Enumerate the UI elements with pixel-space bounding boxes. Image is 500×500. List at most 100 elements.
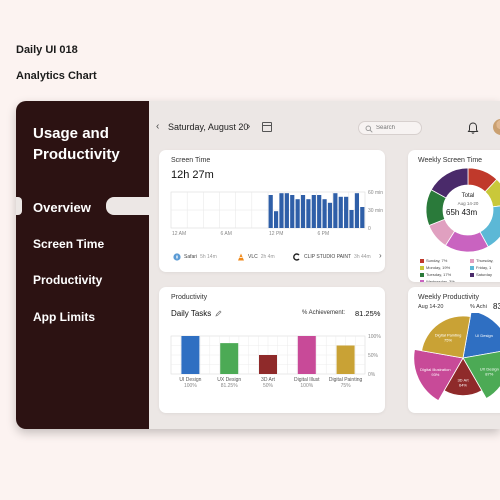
task-bar [336,345,355,374]
x-tick-label: 6 PM [318,231,330,237]
y-tick-label: 60 min [368,190,383,196]
main-content: ‹ Saturday, August 20 › Screen Time 12h … [149,101,500,429]
screen-time-bar [338,196,343,228]
task-bar [220,343,239,374]
y-tick-label: 0% [368,372,376,378]
screen-time-bar [360,207,365,228]
legend-label: Thursday, [476,258,494,263]
rose-value: 64% [459,382,467,387]
screen-time-bar [279,193,284,228]
search-input[interactable] [376,125,418,131]
top-bar: ‹ Saturday, August 20 › [149,119,500,138]
screen-time-bar [290,195,295,228]
weekly-productivity-rose: UI DesignUX Design87%3D Art64%Digital Il… [413,313,500,402]
weekly-productivity-card: Weekly Productivity Aug 14-20 % Achi 83 … [408,287,500,413]
chevron-right-icon[interactable]: › [379,251,382,260]
page-subheading: Analytics Chart [16,70,97,82]
app-window: Usage and Productivity Overview Screen T… [16,101,500,429]
app-time: 5h 14m [200,254,217,260]
vlc-icon [238,253,244,261]
active-indicator-right [106,197,149,215]
value-label: 50% [263,383,274,389]
legend-label: Wednesday, 3% [426,279,455,282]
app-name: Safari [184,254,198,260]
screen-time-bar [344,196,349,228]
screen-time-bar [268,195,273,228]
screen-time-bar [317,195,322,228]
legend-item: Thursday, [470,258,494,263]
rose-label: UI Design [475,333,493,338]
avatar[interactable] [493,119,500,135]
screen-time-chart: 60 min 30 min 0 12 AM 6 AM 12 PM 6 PM [170,190,383,237]
app-usage-vlc[interactable]: VLC 2h 4m [237,253,275,261]
donut-total-value: 65h 43m [446,208,478,217]
screen-time-bar [284,193,289,228]
screen-time-bar [300,195,306,228]
screen-time-bar [333,193,338,228]
screen-time-bar [306,199,311,228]
screen-time-bar [273,211,279,228]
x-tick-label: 12 AM [172,231,186,237]
y-tick-label: 50% [368,353,379,359]
bell-icon[interactable] [466,121,480,135]
legend-label: Sunday, 7% [426,258,448,263]
sidebar-item-productivity[interactable]: Productivity [33,273,102,287]
legend-item: Monday, 19% [420,265,450,270]
task-bar [297,336,316,374]
legend-swatch [420,272,424,277]
legend-item: Sunday, 7% [420,258,447,263]
weekly-range: Aug 14-20 [418,304,444,310]
card-title: Weekly Screen Time [418,157,483,164]
x-tick-label: 6 AM [221,231,232,237]
chevron-left-icon[interactable]: ‹ [156,121,159,132]
chevron-right-icon[interactable]: › [247,121,250,132]
value-label: 100% [184,383,197,389]
achievement-value: 81.25% [355,309,381,318]
task-bar [259,355,277,374]
y-tick-label: 0 [368,226,371,232]
productivity-card: Productivity Daily Tasks % Achievement: … [159,287,385,413]
tasks-title: Daily Tasks [171,309,212,318]
page-heading: Daily UI 018 [16,44,78,56]
legend-label: Saturday [476,272,493,277]
y-tick-label: 100% [368,334,381,340]
app-time: 3h 44m [354,254,371,260]
legend-item: Tuesday, 17% [420,272,451,277]
screen-time-card: Screen Time 12h 27m 60 min 30 min 0 12 AM 6 … [159,150,385,272]
screen-time-bar [327,202,333,228]
screen-time-bar [354,193,360,228]
legend-item: Saturday [470,272,492,277]
x-tick-label: 12 PM [269,231,283,237]
app-time: 2h 4m [260,254,275,260]
sidebar-item-overview[interactable]: Overview [33,200,91,215]
productivity-chart: UI Design100%UX Design81.25%3D Art50%Dig… [170,334,381,389]
rose-value: 75% [444,338,452,343]
app-usage-safari[interactable]: Safari 5h 14m [173,253,217,261]
app-usage-clip-studio[interactable]: CLIP STUDIO PAINT 3h 44m [293,253,371,261]
calendar-icon[interactable] [262,122,272,132]
weekly-screen-time-card: Weekly Screen Time Total Aug 14-20 65h 4… [408,150,500,282]
task-bar [181,336,200,374]
date-label: Saturday, August 20 [168,122,249,132]
screen-time-bar [322,199,327,228]
search-box[interactable] [358,121,422,135]
legend-swatch [420,279,424,282]
sidebar-item-screen-time[interactable]: Screen Time [33,237,104,251]
weekly-achievement-value: 83 [493,302,500,311]
legend-item: Wednesday, 3% [420,279,455,282]
legend-label: Friday, 1 [476,265,492,270]
value-label: 100% [300,383,313,389]
value-label: 75% [341,383,352,389]
search-icon [365,125,373,133]
screen-time-total: 12h 27m [171,169,214,181]
legend-swatch [470,265,474,270]
sidebar: Usage and Productivity Overview Screen T… [16,101,149,429]
sidebar-item-app-limits[interactable]: App Limits [33,310,95,324]
y-tick-label: 30 min [368,208,383,214]
legend-label: Monday, 19% [426,265,451,270]
donut-range: Aug 14-20 [457,201,479,206]
legend-swatch [420,258,424,263]
card-title: Weekly Productivity [418,294,479,301]
safari-icon [173,253,181,261]
edit-icon[interactable] [215,310,222,317]
